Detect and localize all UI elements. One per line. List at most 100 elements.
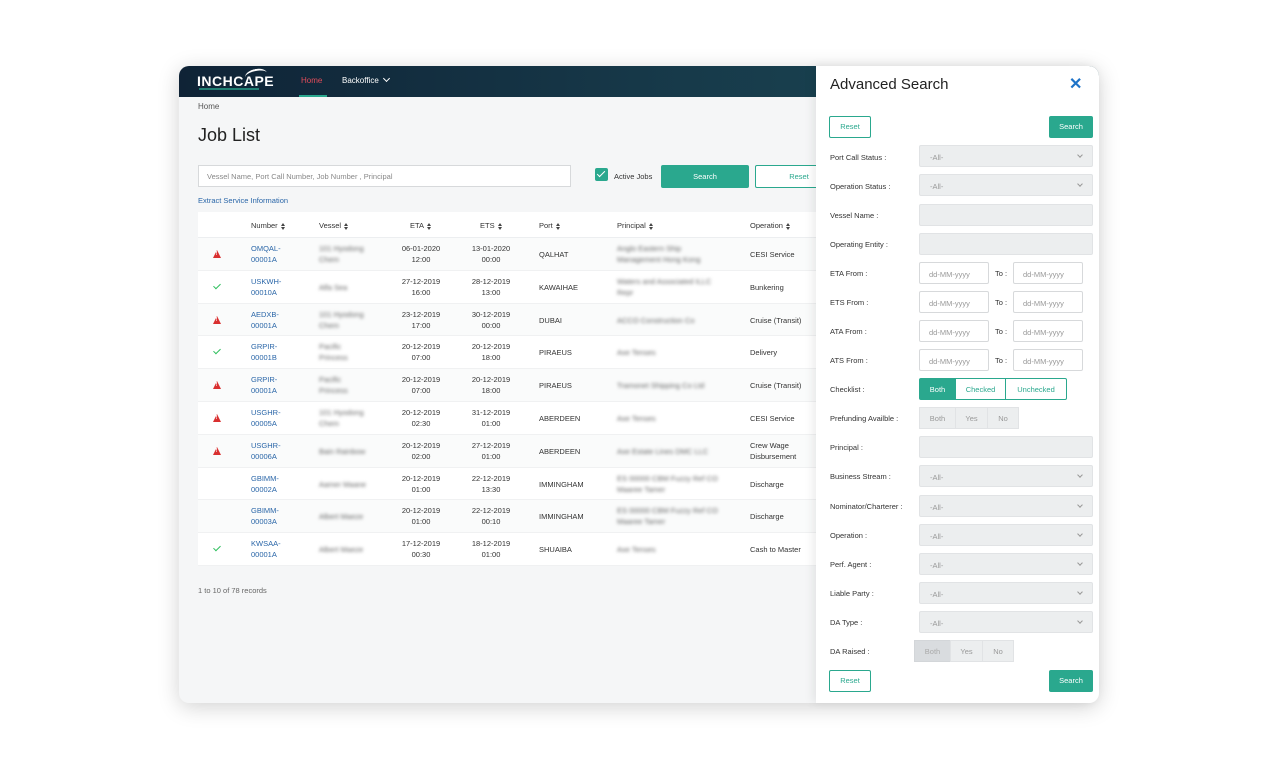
table-row[interactable]: GBIMM-00002AAamer Maane20-12-201901:0022… [198,468,818,501]
warning-icon [213,250,221,258]
cell-ets-line: 13:00 [469,287,513,298]
cell-vessel-line: Albert Maeze [319,511,363,522]
cell-number[interactable]: KWSAA-00001A [251,538,281,560]
label-ata-from: ATA From : [830,327,867,336]
label-da-raised: DA Raised : [830,647,870,656]
cell-vessel-line: Pacific [319,374,348,385]
cell-ets: 27-12-201901:00 [469,440,513,462]
table-row[interactable]: USKWH-00010AAlfa Sea27-12-201916:0028-12… [198,271,818,304]
port-call-status-select[interactable]: -All- [919,145,1093,167]
table-row[interactable]: GRPIR-00001BPacificPrincess20-12-201907:… [198,336,818,369]
operating-entity-field[interactable] [919,233,1093,255]
principal-field[interactable] [919,436,1093,458]
table-row[interactable]: USGHR-00005A101 HyodongChem20-12-201902:… [198,402,818,435]
checklist-both[interactable]: Both [919,378,956,400]
cell-ets-line: 22-12-2019 [469,505,513,516]
table-body: OMQAL-00001A101 HyodongChem06-01-202012:… [198,238,818,566]
col-operation[interactable]: Operation [750,221,786,230]
da-raised-both[interactable]: Both [914,640,951,662]
cell-ets-line: 00:00 [469,320,513,331]
ets-to-date[interactable]: dd-MM-yyyy [1013,291,1083,313]
col-principal[interactable]: Principal [617,221,649,230]
vessel-name-field[interactable] [919,204,1093,226]
chevron-down-icon [1077,560,1083,566]
cell-vessel: 101 HyodongChem [319,309,364,331]
perf-agent-select[interactable]: -All- [919,553,1093,575]
cell-vessel: Bain Rainbow [319,446,365,457]
cell-number[interactable]: USGHR-00006A [251,440,281,462]
cell-ets-line: 13-01-2020 [469,243,513,254]
cell-vessel: Aamer Maane [319,479,366,490]
cell-number[interactable]: GBIMM-00003A [251,505,279,527]
cell-ets: 13-01-202000:00 [469,243,513,265]
col-vessel[interactable]: Vessel [319,221,344,230]
search-input[interactable]: Vessel Name, Port Call Number, Job Numbe… [198,165,571,187]
table-row[interactable]: USGHR-00006ABain Rainbow20-12-201902:002… [198,435,818,468]
operation-status-select[interactable]: -All- [919,174,1093,196]
ets-from-date[interactable]: dd-MM-yyyy [919,291,989,313]
ata-from-date[interactable]: dd-MM-yyyy [919,320,989,342]
da-type-select[interactable]: -All- [919,611,1093,633]
cell-operation: Delivery [750,347,777,358]
operation-select[interactable]: -All- [919,524,1093,546]
business-stream-value: -All- [930,473,943,482]
cell-principal-line: Anglo Eastern Ship [617,243,700,254]
prefunding-yes[interactable]: Yes [955,407,988,429]
prefunding-no[interactable]: No [987,407,1019,429]
cell-number[interactable]: AEDXB-00001A [251,309,279,331]
cell-principal-line: Axe Tenses [617,347,656,358]
nominator-select[interactable]: -All- [919,495,1093,517]
checklist-unchecked[interactable]: Unchecked [1005,378,1067,400]
nav-home[interactable]: Home [301,76,322,85]
table-row[interactable]: KWSAA-00001AAlbert Maeze17-12-201900:301… [198,533,818,566]
col-ets[interactable]: ETS [480,221,498,230]
panel-reset-button-bottom[interactable]: Reset [829,670,871,692]
nav-backoffice[interactable]: Backoffice [342,76,389,85]
table-row[interactable]: GBIMM-00003AAlbert Maeze20-12-201901:002… [198,500,818,533]
cell-port: IMMINGHAM [539,479,584,490]
liable-party-select[interactable]: -All- [919,582,1093,604]
panel-reset-button[interactable]: Reset [829,116,871,138]
cell-ets-line: 18-12-2019 [469,538,513,549]
panel-search-button[interactable]: Search [1049,116,1093,138]
business-stream-select[interactable]: -All- [919,465,1093,487]
cell-number-line: 00001A [251,385,277,396]
table-row[interactable]: GRPIR-00001APacificPrincess20-12-201907:… [198,369,818,402]
cell-principal-line: Repr [617,287,711,298]
extract-service-link[interactable]: Extract Service Information [198,196,288,205]
eta-to-date[interactable]: dd-MM-yyyy [1013,262,1083,284]
cell-port: KAWAIHAE [539,282,578,293]
checklist-checked[interactable]: Checked [955,378,1006,400]
cell-principal: ACCO Construction Co [617,315,695,326]
col-number[interactable]: Number [251,221,281,230]
table-row[interactable]: AEDXB-00001A101 HyodongChem23-12-201917:… [198,304,818,337]
active-jobs-checkbox[interactable] [595,168,608,181]
label-to: To : [995,327,1007,336]
table-row[interactable]: OMQAL-00001A101 HyodongChem06-01-202012:… [198,238,818,271]
da-raised-yes[interactable]: Yes [950,640,983,662]
label-da-type: DA Type : [830,618,862,627]
col-port[interactable]: Port [539,221,556,230]
cell-number[interactable]: GRPIR-00001A [251,374,277,396]
label-operation: Operation : [830,531,867,540]
da-raised-no[interactable]: No [982,640,1014,662]
cell-number[interactable]: GRPIR-00001B [251,341,277,363]
eta-from-date[interactable]: dd-MM-yyyy [919,262,989,284]
panel-search-button-bottom[interactable]: Search [1049,670,1093,692]
col-eta[interactable]: ETA [410,221,427,230]
search-button[interactable]: Search [661,165,749,188]
breadcrumb[interactable]: Home [198,102,219,111]
cell-number[interactable]: USKWH-00010A [251,276,281,298]
cell-number-line: GBIMM- [251,473,279,484]
close-icon[interactable]: ✕ [1069,74,1082,94]
cell-number[interactable]: GBIMM-00002A [251,473,279,495]
ats-from-date[interactable]: dd-MM-yyyy [919,349,989,371]
ata-to-date[interactable]: dd-MM-yyyy [1013,320,1083,342]
cell-principal-line: Waters and Associated ILLC [617,276,711,287]
cell-number[interactable]: USGHR-00005A [251,407,281,429]
prefunding-both[interactable]: Both [919,407,956,429]
ats-to-date[interactable]: dd-MM-yyyy [1013,349,1083,371]
cell-eta-line: 06-01-2020 [399,243,443,254]
cell-eta-line: 20-12-2019 [399,473,443,484]
cell-number[interactable]: OMQAL-00001A [251,243,281,265]
